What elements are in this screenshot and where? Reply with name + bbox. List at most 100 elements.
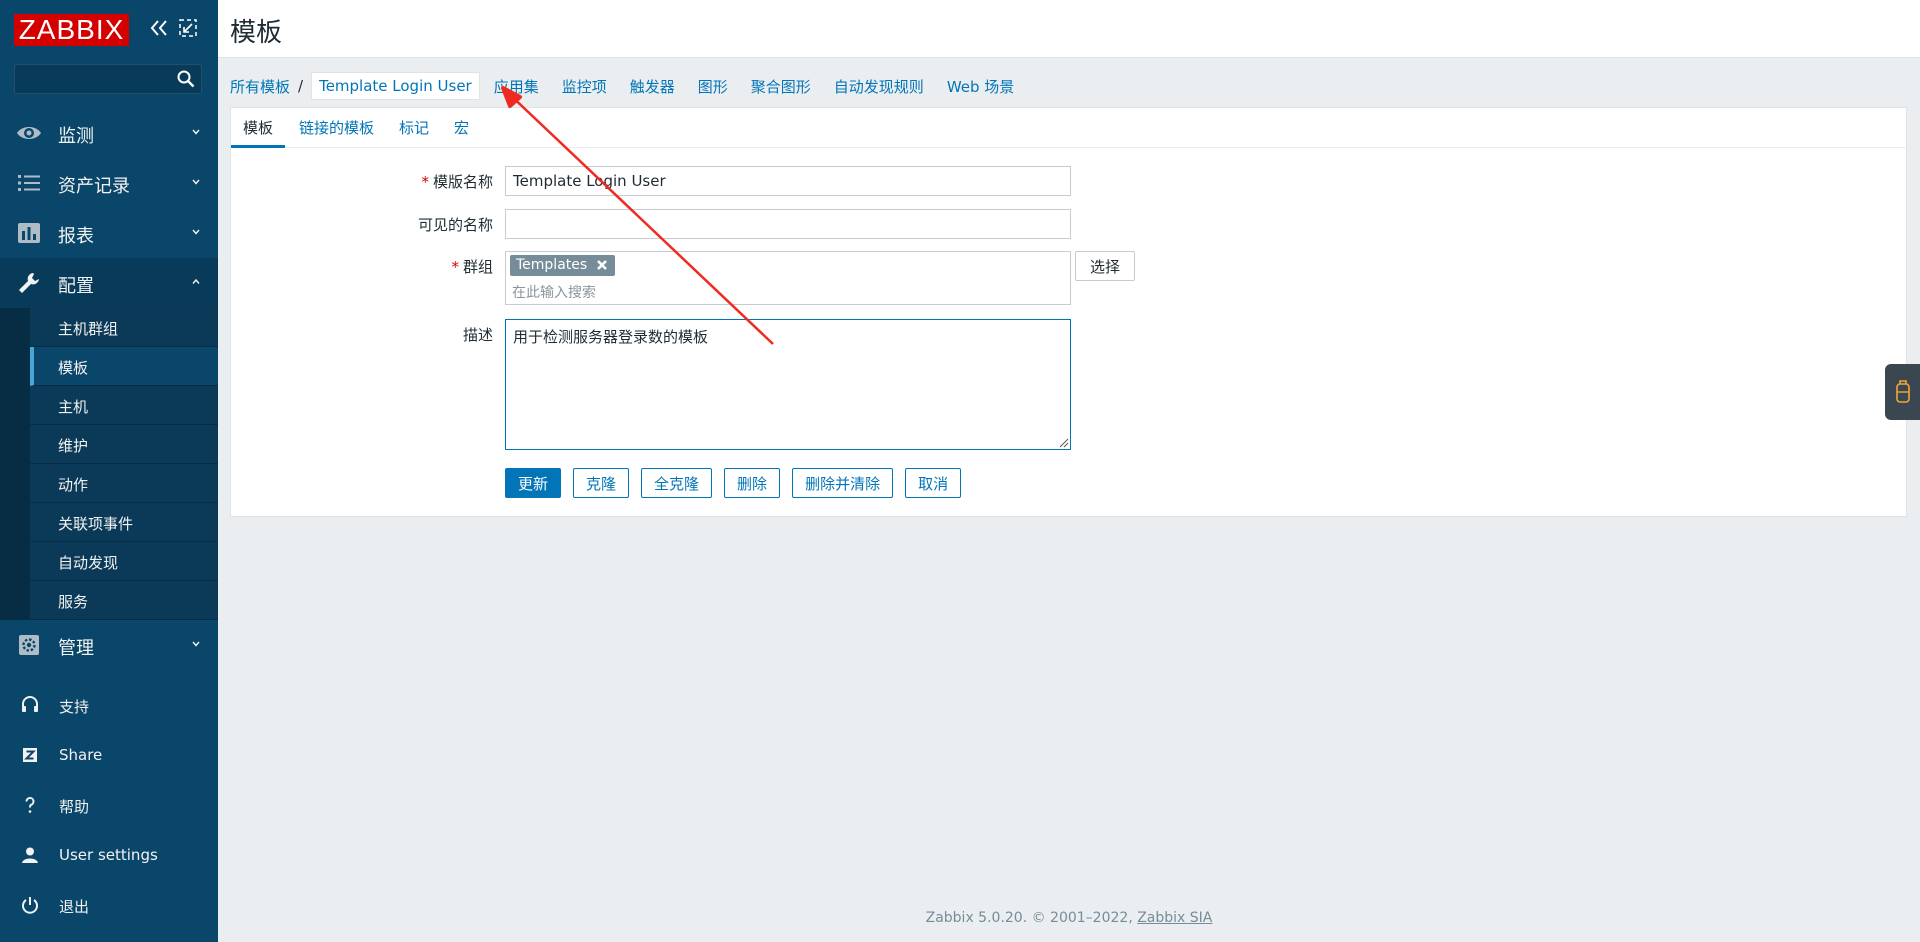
wrench-icon [19,273,39,293]
share-z-icon [23,748,37,762]
submenu-item-discovery[interactable]: 自动发现 [30,542,218,581]
template-name-input[interactable] [505,166,1071,196]
submenu-item-actions[interactable]: 动作 [30,464,218,503]
submenu-item-host-groups[interactable]: 主机群组 [30,308,218,347]
submenu-item-event-correlation[interactable]: 关联项事件 [30,503,218,542]
page-title: 模板 [230,18,283,48]
tab-linked-templates[interactable]: 链接的模板 [299,108,374,148]
main-menu: 监测 资产记录 报表 配置 主机群组 模板 主机 维护 动作 关联项事件 自动发… [0,108,218,670]
visible-name-label: 可见的名称 [417,216,493,234]
headset-icon [22,696,38,712]
sidebar-search [14,64,202,94]
update-button[interactable]: 更新 [505,468,562,498]
menu-item-sign-out[interactable]: 退出 [0,880,218,930]
chevron-down-icon [192,641,200,647]
menu-item-monitoring[interactable]: 监测 [0,108,218,158]
question-icon [25,797,35,813]
footer-link-zabbix-sia[interactable]: Zabbix SIA [1137,910,1212,926]
logo-row: ZABBIX [0,0,218,62]
tab-macros[interactable]: 宏 [454,108,469,148]
submenu-label: 模板 [58,359,89,377]
submenu-label: 动作 [58,476,89,494]
chevron-down-icon [192,129,200,135]
menu-label: 资产记录 [58,176,130,197]
submenu-item-services[interactable]: 服务 [30,581,218,620]
user-icon [22,847,38,863]
menu-item-support[interactable]: 支持 [0,680,218,730]
close-icon[interactable] [595,258,609,272]
side-widget[interactable] [1885,364,1920,420]
nav-link-applications[interactable]: 应用集 [494,76,539,97]
cancel-button[interactable]: 取消 [905,468,962,498]
description-textarea[interactable]: 用于检测服务器登录数的模板 [505,319,1071,450]
collapse-sidebar-icon[interactable] [148,16,170,40]
gear-icon [19,635,39,655]
nav-link-items[interactable]: 监控项 [562,76,607,97]
template-form: 模板 链接的模板 标记 宏 *模版名称 可见的名称 *群组 Templates … [230,107,1907,517]
submenu-item-templates[interactable]: 模板 [30,347,218,386]
menu-item-reports[interactable]: 报表 [0,208,218,258]
form-tabs: 模板 链接的模板 标记 宏 [231,108,1906,148]
submenu-label: 主机群组 [58,320,119,338]
nav-link-web-scenarios[interactable]: Web 场景 [947,76,1014,97]
list-icon [18,175,40,191]
template-name-label: * 模版名称 [293,171,493,192]
tab-tags[interactable]: 标记 [399,108,429,148]
full-clone-button[interactable]: 全克隆 [641,468,713,498]
label-text: 模版名称 [432,173,493,191]
menu-item-administration[interactable]: 管理 [0,620,218,670]
lantern-icon [1896,380,1910,403]
groups-search-input[interactable] [512,283,1052,303]
config-submenu: 主机群组 模板 主机 维护 动作 关联项事件 自动发现 服务 [0,308,218,620]
menu-label: User settings [59,846,158,864]
chevron-down-icon [192,179,200,185]
nav-link-screens[interactable]: 聚合图形 [751,76,811,97]
required-mark: * [421,173,429,191]
breadcrumb-all-templates[interactable]: 所有模板 [230,76,290,97]
nav-link-triggers[interactable]: 触发器 [630,76,675,97]
menu-label: 配置 [58,276,94,297]
menu-item-configuration[interactable]: 配置 [0,258,218,308]
submenu-rail [0,308,30,620]
submenu-label: 维护 [58,437,89,455]
menu-label: 帮助 [59,798,90,816]
label-text: 群组 [462,258,493,276]
required-mark: * [451,258,459,276]
nav-link-graphs[interactable]: 图形 [698,76,728,97]
clone-button[interactable]: 克隆 [573,468,630,498]
search-icon[interactable] [177,70,195,88]
select-groups-button[interactable]: 选择 [1075,251,1135,281]
sidebar-search-input[interactable] [15,65,175,93]
resize-grip-icon[interactable] [1058,437,1069,448]
group-tag-label: Templates [516,257,588,273]
kiosk-mode-icon[interactable] [178,18,198,38]
delete-button[interactable]: 删除 [724,468,781,498]
page-header: 模板 [218,0,1920,58]
submenu-label: 关联项事件 [58,515,134,533]
group-tag: Templates [510,255,616,276]
footer-copyright: Zabbix 5.0.20. © 2001–2022, [925,910,1133,926]
menu-label: 退出 [59,898,90,916]
tab-template[interactable]: 模板 [231,108,286,148]
visible-name-input[interactable] [505,209,1071,239]
breadcrumb-current-template[interactable]: Template Login User [311,72,480,100]
submenu-item-maintenance[interactable]: 维护 [30,425,218,464]
sidebar: ZABBIX 监测 资产记录 报表 配置 主机群组 模板 主机 维护 动作 关联… [0,0,218,942]
delete-and-clear-button[interactable]: 删除并清除 [792,468,894,498]
nav-link-discovery-rules[interactable]: 自动发现规则 [834,76,924,97]
form-actions: 更新 克隆 全克隆 删除 删除并清除 取消 [505,468,973,498]
breadcrumb-separator: / [298,77,304,95]
eye-icon [17,127,41,139]
menu-label: 管理 [58,638,94,659]
menu-item-help[interactable]: 帮助 [0,780,218,830]
menu-item-share[interactable]: Share [0,730,218,780]
menu-item-user-settings[interactable]: User settings [0,830,218,880]
power-icon [22,897,38,914]
menu-label: Share [59,746,103,764]
menu-item-inventory[interactable]: 资产记录 [0,158,218,208]
zabbix-logo[interactable]: ZABBIX [14,14,129,46]
groups-label: * 群组 [293,256,493,277]
submenu-label: 服务 [58,593,89,611]
chevron-up-icon [192,278,200,284]
submenu-item-hosts[interactable]: 主机 [30,386,218,425]
